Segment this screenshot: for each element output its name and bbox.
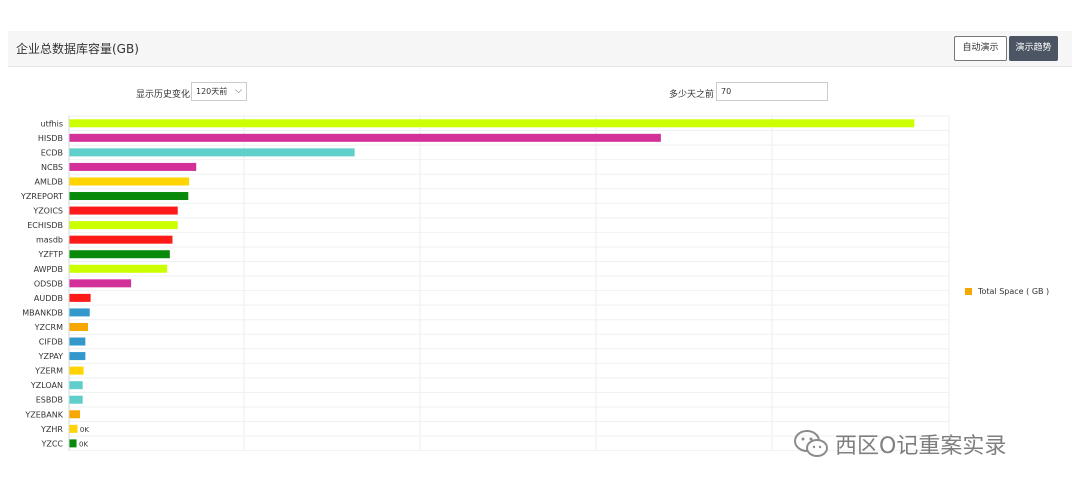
bar-yzcc[interactable] <box>69 439 77 448</box>
trend-demo-button[interactable]: 演示趋势 <box>1009 36 1058 61</box>
days-ago-label: 多少天之前 <box>669 90 715 100</box>
chevron-down-icon: ⌵ <box>235 86 242 96</box>
bar-yzhr[interactable] <box>69 424 78 433</box>
y-tick-label: NCBS <box>41 163 63 172</box>
page-title: 企业总数据库容量(GB) <box>16 42 139 56</box>
auto-demo-button[interactable]: 自动演示 <box>954 36 1007 61</box>
y-tick-label: AUDDB <box>34 294 63 303</box>
legend-swatch <box>965 288 972 295</box>
bar-yzcrm[interactable] <box>69 322 88 331</box>
bar-mbankdb[interactable] <box>69 308 90 317</box>
bar-chart: utfhis HISDB ECDB NCBS AMLDB YZREPORT YZOICS EC… <box>20 115 950 452</box>
bar-yzloan[interactable] <box>69 381 83 390</box>
watermark-text: 西区O记重案实录 <box>835 434 1007 459</box>
y-tick-label: ODSDB <box>34 279 63 288</box>
bar-cifdb[interactable] <box>69 337 86 346</box>
bar-yzreport[interactable] <box>69 192 189 201</box>
y-tick-label: MBANKDB <box>22 308 63 317</box>
bar-echisdb[interactable] <box>69 221 178 230</box>
y-tick-label: AWPDB <box>34 265 63 274</box>
chart-legend[interactable]: Total Space ( GB ) <box>965 287 1049 296</box>
bar-ecdb[interactable] <box>69 148 355 157</box>
y-tick-label: HISDB <box>38 134 63 143</box>
bar-yzoics[interactable] <box>69 206 178 215</box>
bar-amldb[interactable] <box>69 177 190 186</box>
y-tick-label: YZERM <box>34 367 63 376</box>
bar-hisdb[interactable] <box>69 133 661 142</box>
y-tick-label: YZREPORT <box>20 192 63 201</box>
y-tick-label: YZPAY <box>38 352 64 361</box>
bar-ncbs[interactable] <box>69 162 197 171</box>
history-select-value: 120天前 <box>196 87 228 96</box>
bar-yzpay[interactable] <box>69 352 86 361</box>
data-label: 0K <box>80 426 89 434</box>
y-tick-label: YZHR <box>40 425 63 434</box>
watermark: 西区O记重案实录 <box>793 428 1006 460</box>
data-label: 0K <box>79 440 88 448</box>
bar-odsdb[interactable] <box>69 279 132 288</box>
bar-yzftp[interactable] <box>69 250 170 259</box>
wechat-icon <box>794 430 828 457</box>
y-tick-label: masdb <box>36 236 63 245</box>
days-ago-input[interactable]: 70 <box>716 82 828 101</box>
bar-masdb[interactable] <box>69 235 173 244</box>
bar-yzerm[interactable] <box>69 366 84 375</box>
bar-awpdb[interactable] <box>69 264 168 273</box>
y-tick-label: YZFTP <box>37 250 63 259</box>
y-tick-label: CIFDB <box>39 338 63 347</box>
y-tick-label: AMLDB <box>35 177 63 186</box>
history-change-label: 显示历史变化 <box>136 90 191 100</box>
chart-header: 企业总数据库容量(GB) 自动演示 演示趋势 <box>8 31 1072 67</box>
legend-label: Total Space ( GB ) <box>978 287 1050 296</box>
y-tick-label: YZEBANK <box>24 410 63 419</box>
history-select[interactable]: 120天前 ⌵ <box>191 82 247 101</box>
y-tick-label: ECHISDB <box>27 221 63 230</box>
y-tick-label: YZOICS <box>32 207 63 216</box>
y-tick-label: YZCC <box>40 439 63 448</box>
bar-utfhis[interactable] <box>69 119 915 128</box>
y-tick-label: utfhis <box>41 119 63 128</box>
bar-auddb[interactable] <box>69 293 91 302</box>
y-tick-label: YZCRM <box>34 323 64 332</box>
bar-yzebank[interactable] <box>69 410 81 419</box>
y-tick-label: ESBDB <box>36 396 63 405</box>
y-tick-label: ECDB <box>41 148 63 157</box>
bar-esbdb[interactable] <box>69 395 83 404</box>
y-tick-label: YZLOAN <box>30 381 63 390</box>
